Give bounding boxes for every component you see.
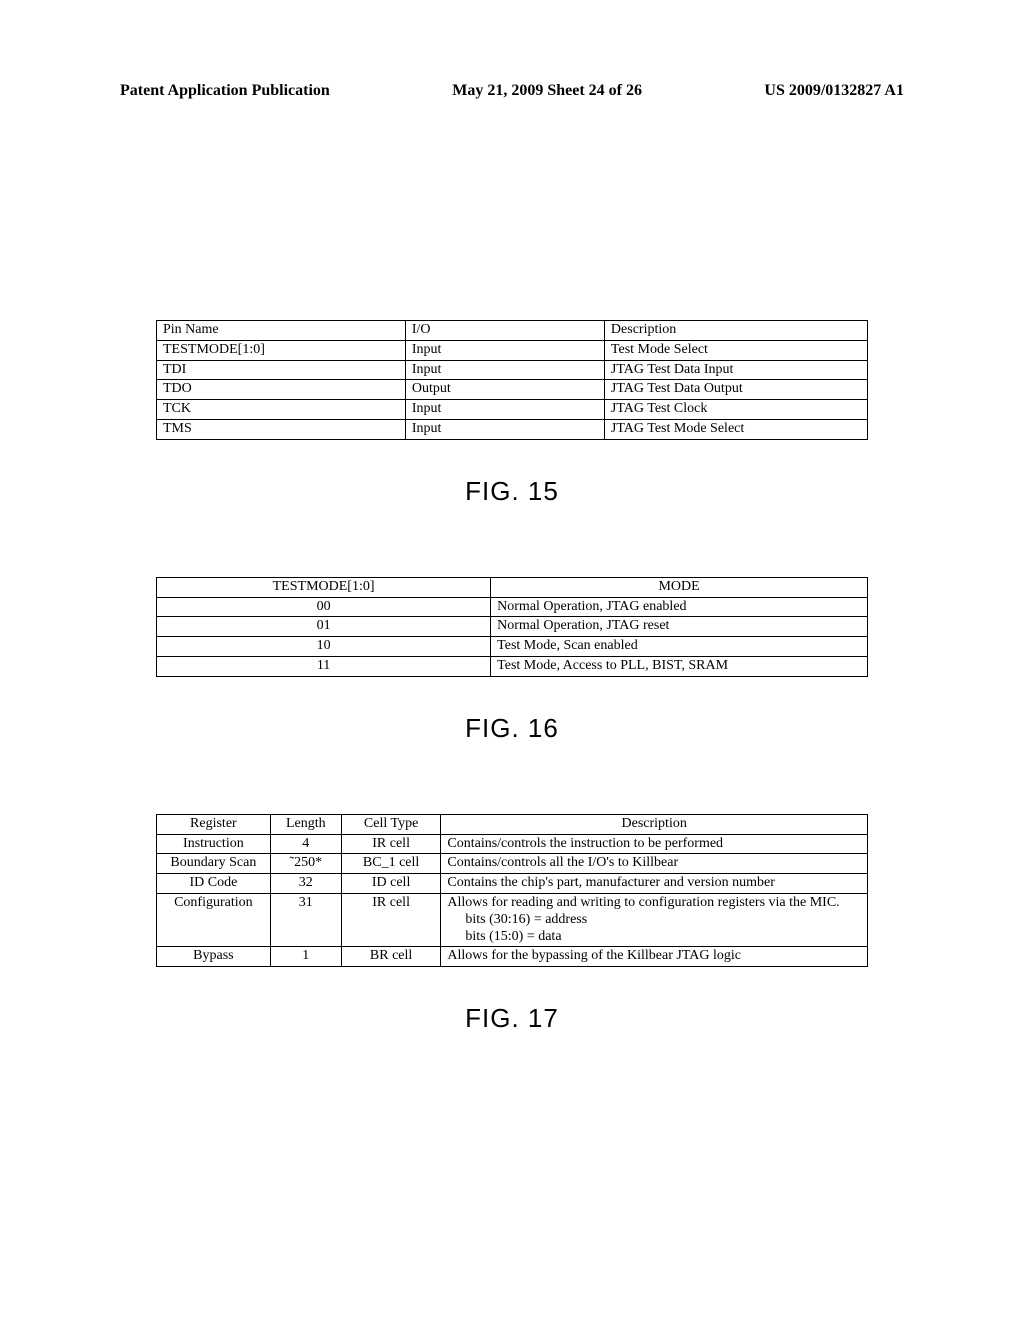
fig15-label: FIG. 15 bbox=[156, 476, 868, 507]
cell: Input bbox=[405, 360, 604, 380]
fig16-table: TESTMODE[1:0] MODE 00 Normal Operation, … bbox=[156, 577, 868, 677]
table-row: Bypass 1 BR cell Allows for the bypassin… bbox=[157, 947, 868, 967]
cell: JTAG Test Data Input bbox=[604, 360, 867, 380]
table-row: Boundary Scan ˜250* BC_1 cell Contains/c… bbox=[157, 854, 868, 874]
cell: 01 bbox=[157, 617, 491, 637]
table-row: 01 Normal Operation, JTAG reset bbox=[157, 617, 868, 637]
table-row: TESTMODE[1:0] Input Test Mode Select bbox=[157, 340, 868, 360]
table-header-row: TESTMODE[1:0] MODE bbox=[157, 577, 868, 597]
desc-sub: bits (30:16) = address bbox=[447, 912, 861, 929]
header-length: Length bbox=[270, 814, 341, 834]
header-mode: MODE bbox=[491, 577, 868, 597]
cell: Contains the chip's part, manufacturer a… bbox=[441, 874, 868, 894]
page-header: Patent Application Publication May 21, 2… bbox=[0, 82, 1024, 100]
cell: Input bbox=[405, 400, 604, 420]
cell: TMS bbox=[157, 419, 406, 439]
table-row: TDO Output JTAG Test Data Output bbox=[157, 380, 868, 400]
cell: 11 bbox=[157, 656, 491, 676]
cell: Input bbox=[405, 419, 604, 439]
cell: TDO bbox=[157, 380, 406, 400]
cell: 00 bbox=[157, 597, 491, 617]
table-row: ID Code 32 ID cell Contains the chip's p… bbox=[157, 874, 868, 894]
header-pin-name: Pin Name bbox=[157, 321, 406, 341]
header-description: Description bbox=[441, 814, 868, 834]
desc-sub: bits (15:0) = data bbox=[447, 929, 861, 946]
page-content: Pin Name I/O Description TESTMODE[1:0] I… bbox=[156, 320, 868, 1034]
cell: ID Code bbox=[157, 874, 271, 894]
header-cell-type: Cell Type bbox=[341, 814, 441, 834]
cell: ID cell bbox=[341, 874, 441, 894]
cell: TDI bbox=[157, 360, 406, 380]
cell: 31 bbox=[270, 893, 341, 946]
table-row: 11 Test Mode, Access to PLL, BIST, SRAM bbox=[157, 656, 868, 676]
header-mid: May 21, 2009 Sheet 24 of 26 bbox=[452, 82, 642, 100]
cell: JTAG Test Clock bbox=[604, 400, 867, 420]
cell: Output bbox=[405, 380, 604, 400]
cell: Test Mode, Scan enabled bbox=[491, 637, 868, 657]
fig16-label: FIG. 16 bbox=[156, 713, 868, 744]
cell: Normal Operation, JTAG enabled bbox=[491, 597, 868, 617]
cell: BC_1 cell bbox=[341, 854, 441, 874]
cell: Test Mode, Access to PLL, BIST, SRAM bbox=[491, 656, 868, 676]
table-row: Instruction 4 IR cell Contains/controls … bbox=[157, 834, 868, 854]
cell: Input bbox=[405, 340, 604, 360]
table-row: 10 Test Mode, Scan enabled bbox=[157, 637, 868, 657]
header-description: Description bbox=[604, 321, 867, 341]
table-header-row: Register Length Cell Type Description bbox=[157, 814, 868, 834]
table-row: TMS Input JTAG Test Mode Select bbox=[157, 419, 868, 439]
cell: 10 bbox=[157, 637, 491, 657]
header-right: US 2009/0132827 A1 bbox=[764, 82, 904, 100]
cell: IR cell bbox=[341, 834, 441, 854]
cell: Configuration bbox=[157, 893, 271, 946]
cell: 4 bbox=[270, 834, 341, 854]
cell: Allows for the bypassing of the Killbear… bbox=[441, 947, 868, 967]
cell: Instruction bbox=[157, 834, 271, 854]
cell: ˜250* bbox=[270, 854, 341, 874]
cell: TCK bbox=[157, 400, 406, 420]
header-testmode: TESTMODE[1:0] bbox=[157, 577, 491, 597]
table-row: Configuration 31 IR cell Allows for read… bbox=[157, 893, 868, 946]
cell: Bypass bbox=[157, 947, 271, 967]
header-register: Register bbox=[157, 814, 271, 834]
fig17-label: FIG. 17 bbox=[156, 1003, 868, 1034]
cell: Test Mode Select bbox=[604, 340, 867, 360]
cell: Normal Operation, JTAG reset bbox=[491, 617, 868, 637]
cell: 1 bbox=[270, 947, 341, 967]
desc-line: Allows for reading and writing to config… bbox=[447, 895, 839, 910]
cell: 32 bbox=[270, 874, 341, 894]
fig17-table: Register Length Cell Type Description In… bbox=[156, 814, 868, 967]
fig15-table: Pin Name I/O Description TESTMODE[1:0] I… bbox=[156, 320, 868, 440]
cell: JTAG Test Data Output bbox=[604, 380, 867, 400]
cell: Contains/controls all the I/O's to Killb… bbox=[441, 854, 868, 874]
table-header-row: Pin Name I/O Description bbox=[157, 321, 868, 341]
header-io: I/O bbox=[405, 321, 604, 341]
cell: TESTMODE[1:0] bbox=[157, 340, 406, 360]
cell: Allows for reading and writing to config… bbox=[441, 893, 868, 946]
cell: BR cell bbox=[341, 947, 441, 967]
cell: JTAG Test Mode Select bbox=[604, 419, 867, 439]
table-row: TCK Input JTAG Test Clock bbox=[157, 400, 868, 420]
cell: IR cell bbox=[341, 893, 441, 946]
header-left: Patent Application Publication bbox=[120, 82, 330, 100]
table-row: TDI Input JTAG Test Data Input bbox=[157, 360, 868, 380]
table-row: 00 Normal Operation, JTAG enabled bbox=[157, 597, 868, 617]
cell: Contains/controls the instruction to be … bbox=[441, 834, 868, 854]
cell: Boundary Scan bbox=[157, 854, 271, 874]
